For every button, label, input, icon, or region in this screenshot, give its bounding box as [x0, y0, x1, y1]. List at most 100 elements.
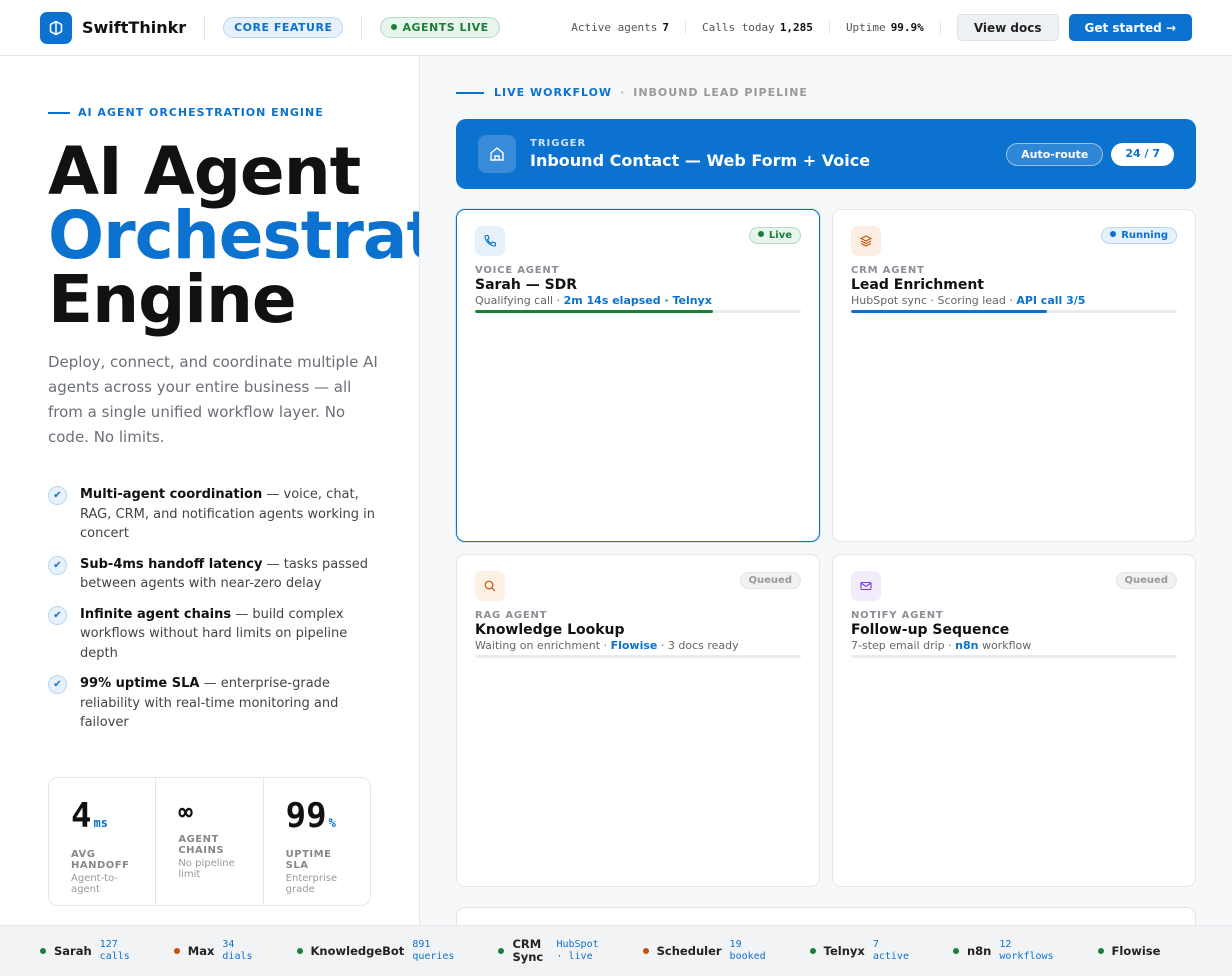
feature-text: Sub-4ms handoff latency — tasks passed b…: [80, 555, 378, 594]
header-stats: Active agents 7 Calls today 1,285 Uptime 99…: [571, 14, 1192, 41]
stat-label: Uptime: [845, 21, 886, 34]
ticker-value: 7 active: [873, 939, 909, 963]
subtitle-highlight: API call 3/5: [1016, 294, 1086, 307]
ticker-name: Telnyx: [823, 943, 865, 958]
metric-value: 4 ms: [71, 798, 155, 841]
status-badge: Running: [1101, 227, 1177, 244]
progress-bar: [851, 655, 1177, 658]
auto-route-badge[interactable]: Auto-route: [1006, 142, 1104, 166]
view-docs-button[interactable]: View docs: [956, 14, 1059, 41]
agent-title: Follow-up Sequence: [851, 622, 1010, 638]
agent-title: Sarah — SDR: [475, 277, 578, 293]
get-started-button[interactable]: Get started →: [1068, 14, 1192, 41]
metrics-panel: 4 ms AVG HANDOFF Agent-to-agent ∞ AGENT C…: [48, 777, 371, 906]
ticker-item: Telnyx 7 active: [809, 939, 909, 963]
trigger-card[interactable]: TRIGGER Inbound Contact — Web Form + Voi…: [456, 119, 1196, 189]
ticker-item: CRM Sync HubSpot · live: [498, 937, 599, 964]
metric-unit: %: [328, 816, 336, 830]
agent-subtitle: Qualifying call · 2m 14s elapsed · Telny…: [475, 294, 801, 307]
progress-bar: [851, 310, 1177, 313]
status-label: Running: [1121, 230, 1168, 241]
metric-number: 4: [71, 796, 92, 836]
hero-title-line2: Orchestration: [48, 197, 419, 274]
subtitle-text: HubSpot sync · Scoring lead ·: [851, 294, 1017, 307]
hero-title: AI Agent Orchestration Engine: [48, 133, 419, 338]
ticker-value-1: 7: [872, 939, 879, 950]
ticker-value-1: HubSpot: [556, 939, 599, 950]
hero-panel: AI AGENT ORCHESTRATION ENGINE AI Agent O…: [0, 56, 420, 926]
core-feature-badge: CORE FEATURE: [223, 17, 344, 38]
agents-live-badge: AGENTS LIVE: [380, 17, 500, 38]
top-nav-bar: SwiftThinkr CORE FEATURE AGENTS LIVE Act…: [0, 0, 1232, 56]
progress-bar: [475, 310, 801, 313]
status-dot-icon: [296, 948, 303, 954]
ticker-value-2: calls: [99, 951, 130, 962]
ticker-item: Scheduler 19 booked: [642, 939, 766, 963]
live-dot-icon: [757, 231, 764, 237]
agent-card-voice[interactable]: Live VOICE AGENT Sarah — SDR Qualifying …: [456, 209, 820, 542]
status-dot-icon: [642, 948, 649, 954]
feature-text: Infinite agent chains — build complex wo…: [80, 605, 378, 664]
trigger-label: TRIGGER: [530, 138, 587, 149]
ticker-value-2: workflows: [999, 951, 1054, 962]
metric-label: AVG HANDOFF: [71, 849, 130, 871]
feature-title: 99% uptime SLA: [80, 676, 200, 691]
status-dot-icon: [173, 948, 180, 954]
feature-item: ✔ Infinite agent chains — build complex …: [48, 605, 378, 664]
ticker-value-2: · live: [556, 951, 593, 962]
trigger-title: Inbound Contact — Web Form + Voice: [530, 151, 871, 170]
ticker-value-1: 891: [412, 939, 431, 950]
agent-card-crm[interactable]: Running CRM AGENT Lead Enrichment HubSpo…: [832, 209, 1196, 542]
metric-sub: No pipeline limit: [178, 858, 235, 880]
check-icon: ✔: [48, 555, 67, 575]
metric-uptime: 99% UPTIME SLA Enterprise grade: [264, 778, 370, 905]
feature-item: ✔ 99% uptime SLA — enterprise-grade reli…: [48, 674, 378, 733]
divider: [361, 15, 363, 40]
feature-item: ✔ Multi-agent coordination — voice, chat…: [48, 485, 378, 544]
ticker-name: KnowledgeBot: [310, 943, 405, 958]
ticker-item: n8n 12 workflows: [952, 939, 1054, 963]
status-badge: Queued: [739, 572, 801, 589]
stat-value: 99.9%: [890, 21, 924, 34]
agent-card-notify[interactable]: Queued NOTIFY AGENT Follow-up Sequence 7…: [832, 554, 1196, 887]
stat-active-agents: Active agents 7: [571, 21, 686, 34]
metric-number: 99: [285, 796, 327, 836]
brand-name[interactable]: SwiftThinkr: [82, 18, 186, 37]
layers-icon: [851, 226, 881, 256]
subtitle-highlight: Flowise: [610, 639, 658, 652]
metric-sub: Agent-to-agent: [71, 873, 119, 895]
agent-type: NOTIFY AGENT: [851, 610, 944, 621]
progress-bar: [475, 655, 801, 658]
ticker-item: Max 34 dials: [173, 939, 253, 963]
live-dot-icon: [391, 24, 398, 30]
ticker-value: 127 calls: [100, 939, 130, 963]
metric-unit: ms: [93, 816, 108, 830]
status-dot-icon: [40, 948, 46, 954]
ticker-name: CRM Sync: [512, 937, 544, 964]
subtitle-text: · 3 docs ready: [657, 639, 739, 652]
hero-title-line3: Engine: [48, 261, 297, 338]
ticker-value-1: 19: [729, 939, 742, 950]
stat-calls-today: Calls today 1,285: [686, 21, 830, 34]
ticker-name: Flowise: [1111, 943, 1161, 958]
progress-fill: [475, 310, 713, 313]
metric-number: ∞: [178, 798, 193, 826]
trigger-badges: Auto-route 24 / 7: [1006, 142, 1174, 166]
ticker-value: HubSpot · live: [556, 939, 598, 963]
ticker-name: Max: [187, 943, 215, 958]
logo-icon[interactable]: [40, 11, 72, 44]
ticker-value-2: booked: [729, 951, 766, 962]
feature-text: Multi-agent coordination — voice, chat, …: [80, 485, 378, 544]
feature-title: Infinite agent chains: [80, 606, 232, 622]
agent-card-rag[interactable]: Queued RAG AGENT Knowledge Lookup Waitin…: [456, 554, 820, 887]
stat-label: Active agents: [571, 21, 658, 34]
ticker-item: Flowise: [1097, 943, 1169, 958]
check-icon: ✔: [48, 675, 67, 694]
subtitle-highlight: 2m 14s elapsed · Telnyx: [563, 294, 712, 307]
subtitle-highlight: n8n: [955, 639, 979, 652]
hero-title-line1: AI Agent: [48, 133, 361, 210]
ticker-value-2: dials: [222, 951, 253, 962]
metric-chains: ∞ AGENT CHAINS No pipeline limit: [156, 778, 264, 905]
ticker-value: 12 workflows: [999, 939, 1053, 963]
metric-value: 99%: [286, 798, 370, 841]
